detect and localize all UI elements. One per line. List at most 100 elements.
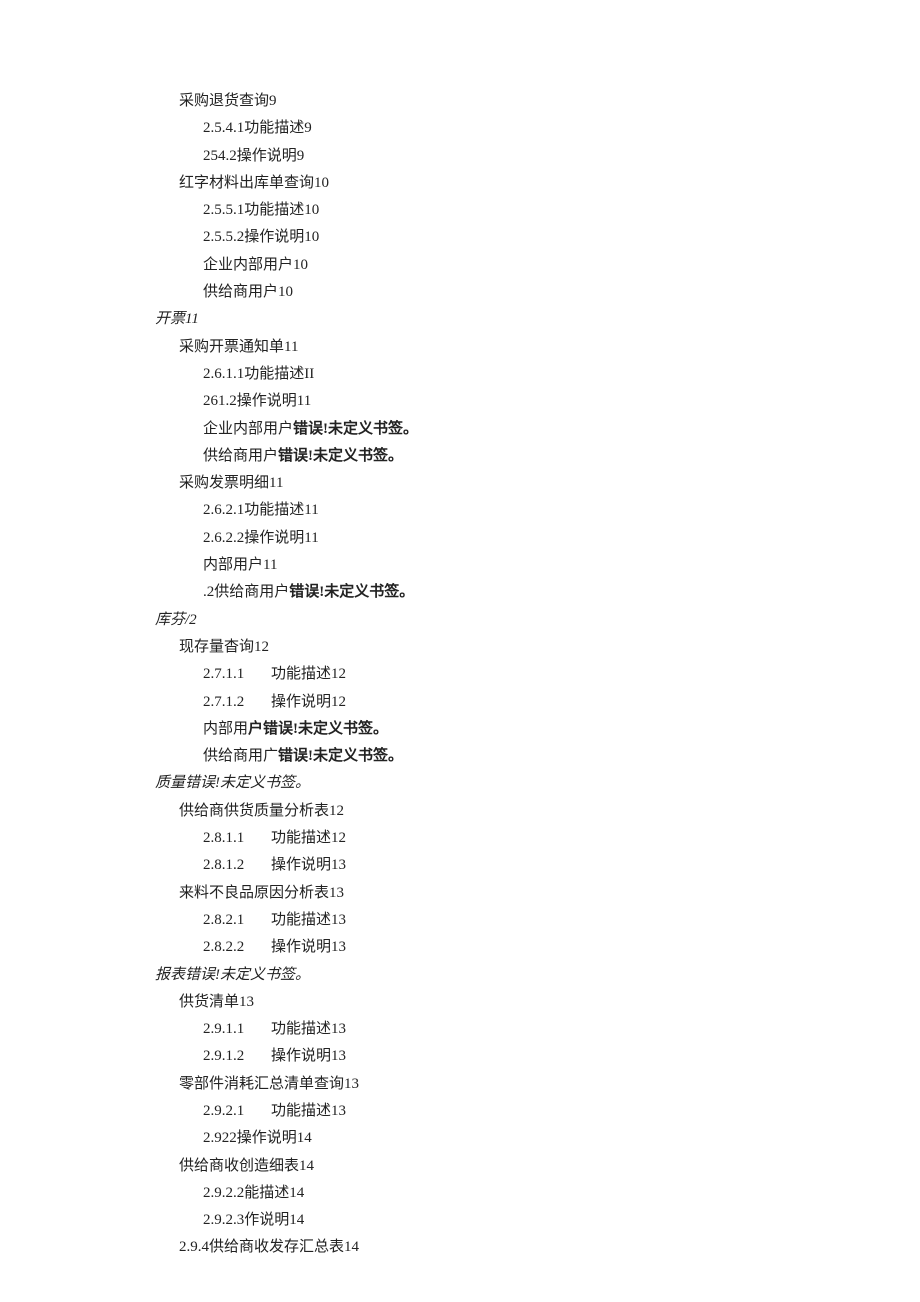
toc-title: 261.2操作说明11 — [203, 393, 311, 409]
toc-entry: 2.8.1.1功能描述12 — [155, 825, 920, 852]
toc-title: 操作说明13 — [271, 1048, 346, 1064]
toc-title: 企业内部用户10 — [203, 257, 308, 273]
toc-entry: 2.9.2.1功能描述13 — [155, 1098, 920, 1125]
toc-entry: 261.2操作说明11 — [155, 388, 920, 415]
toc-number: 2.8.2.2 — [203, 934, 271, 961]
toc-entry: 2.8.2.2操作说明13 — [155, 934, 920, 961]
toc-entry: 来料不良品原因分析表13 — [155, 880, 920, 907]
toc-entry: 红字材料出库单查询10 — [155, 170, 920, 197]
toc-title: 2.5.4.1功能描述9 — [203, 120, 312, 136]
toc-entry: 2.8.2.1功能描述13 — [155, 907, 920, 934]
toc-title: 2.5.5.1功能描述10 — [203, 202, 319, 218]
toc-entry: 企业内部用户10 — [155, 252, 920, 279]
toc-entry: 供给商收创造细表14 — [155, 1153, 920, 1180]
toc-title: 功能描述13 — [271, 1021, 346, 1037]
toc-entry: 2.5.4.1功能描述9 — [155, 115, 920, 142]
toc-entry: 254.2操作说明9 — [155, 143, 920, 170]
toc-title: 来料不良品原因分析表13 — [179, 885, 344, 901]
toc-title: 2.5.5.2操作说明10 — [203, 229, 319, 245]
toc-title: 采购发票明细11 — [179, 475, 283, 491]
toc-title: 2.6.2.2操作说明11 — [203, 530, 319, 546]
toc-title: 供给商供货质量分析表12 — [179, 803, 344, 819]
toc-title: 零部件消耗汇总清单查询13 — [179, 1076, 359, 1092]
toc-title: 库芬/2 — [155, 612, 197, 628]
toc-entry: 2.6.2.2操作说明11 — [155, 525, 920, 552]
toc-number: 2.9.1.1 — [203, 1016, 271, 1043]
toc-number: 2.9.2.3 — [203, 1212, 244, 1228]
toc-title: 内部用 — [203, 721, 248, 737]
toc-entry: 2.922操作说明14 — [155, 1125, 920, 1152]
toc-entry: 供给商供货质量分析表12 — [155, 798, 920, 825]
toc-title: 能描述14 — [244, 1185, 304, 1201]
toc-number: 2.7.1.1 — [203, 661, 271, 688]
toc-number: 2.9.2.1 — [203, 1098, 271, 1125]
toc-title: 供货清单13 — [179, 994, 254, 1010]
toc-entry: 2.5.5.2操作说明10 — [155, 224, 920, 251]
toc-number: 2.7.1.2 — [203, 689, 271, 716]
toc-title: 采购退货查询9 — [179, 93, 277, 109]
toc-title: 2.922操作说明14 — [203, 1130, 312, 1146]
toc-entry: 开票11 — [155, 306, 920, 333]
toc-entry: 质量错误!未定义书签。 — [155, 770, 920, 797]
toc-entry: 2.5.5.1功能描述10 — [155, 197, 920, 224]
toc-number: 2.8.1.1 — [203, 825, 271, 852]
toc-entry: 零部件消耗汇总清单查询13 — [155, 1071, 920, 1098]
toc-title: 采购开票通知单11 — [179, 339, 298, 355]
toc-entry: 企业内部用户错误!未定义书签。 — [155, 416, 920, 443]
toc-title: 254.2操作说明9 — [203, 148, 304, 164]
toc-title: .2供给商用户 — [203, 584, 289, 600]
toc-error-bookmark: 错误!未定义书签。 — [278, 448, 403, 464]
toc-entry: 2.9.2.2能描述14 — [155, 1180, 920, 1207]
toc-title: 功能描述12 — [271, 666, 346, 682]
toc-error-bookmark: 户错误!未定义书签。 — [248, 721, 388, 737]
toc-title: 内部用户11 — [203, 557, 277, 573]
toc-title: 2.6.1.1功能描述II — [203, 366, 314, 382]
toc-title: 2.9.4供给商收发存汇总表14 — [179, 1239, 359, 1255]
toc-entry: 2.8.1.2操作说明13 — [155, 852, 920, 879]
toc-number: 2.8.2.1 — [203, 907, 271, 934]
toc-entry: 2.6.1.1功能描述II — [155, 361, 920, 388]
toc-title: 2.6.2.1功能描述11 — [203, 502, 319, 518]
toc-entry: .2供给商用户错误!未定义书签。 — [155, 579, 920, 606]
toc-entry: 采购退货查询9 — [155, 88, 920, 115]
toc-entry: 2.9.1.1功能描述13 — [155, 1016, 920, 1043]
toc-entry: 供货清单13 — [155, 989, 920, 1016]
toc-error-bookmark: 错误!未定义书签。 — [293, 421, 418, 437]
toc-entry: 内部用户11 — [155, 552, 920, 579]
toc-title: 供给商收创造细表14 — [179, 1158, 314, 1174]
toc-title: 红字材料出库单查询10 — [179, 175, 329, 191]
toc-page: 采购退货查询9 2.5.4.1功能描述9 254.2操作说明9 红字材料出库单查询10… — [0, 0, 920, 1302]
toc-title: 功能描述13 — [271, 1103, 346, 1119]
toc-entry: 2.9.2.3作说明14 — [155, 1207, 920, 1234]
toc-title: 功能描述12 — [271, 830, 346, 846]
toc-title: 开票11 — [155, 311, 199, 327]
toc-title: 操作说明12 — [271, 694, 346, 710]
toc-title: 现存量杳询12 — [179, 639, 269, 655]
toc-title: 作说明14 — [244, 1212, 304, 1228]
toc-title: 供给商用户 — [203, 448, 278, 464]
toc-entry: 2.6.2.1功能描述11 — [155, 497, 920, 524]
toc-error-bookmark: 错误!未定义书签。 — [289, 584, 414, 600]
toc-title: 操作说明13 — [271, 939, 346, 955]
toc-entry: 供给商用户错误!未定义书签。 — [155, 443, 920, 470]
toc-entry: 采购开票通知单11 — [155, 334, 920, 361]
toc-entry: 供给商用户10 — [155, 279, 920, 306]
toc-title: 质量错误!未定义书签。 — [155, 775, 310, 791]
toc-entry: 2.9.1.2操作说明13 — [155, 1043, 920, 1070]
toc-entry: 供给商用广错误!未定义书签。 — [155, 743, 920, 770]
toc-title: 供给商用户10 — [203, 284, 293, 300]
toc-error-bookmark: 错误!未定义书签。 — [278, 748, 403, 764]
toc-entry: 报表错误!未定义书签。 — [155, 962, 920, 989]
toc-number: 2.9.2.2 — [203, 1185, 244, 1201]
toc-entry: 采购发票明细11 — [155, 470, 920, 497]
toc-number: 2.8.1.2 — [203, 852, 271, 879]
toc-entry: 现存量杳询12 — [155, 634, 920, 661]
toc-entry: 2.7.1.2操作说明12 — [155, 689, 920, 716]
toc-title: 操作说明13 — [271, 857, 346, 873]
toc-entry: 库芬/2 — [155, 607, 920, 634]
toc-title: 企业内部用户 — [203, 421, 293, 437]
toc-title: 供给商用广 — [203, 748, 278, 764]
toc-entry: 内部用户错误!未定义书签。 — [155, 716, 920, 743]
toc-entry: 2.9.4供给商收发存汇总表14 — [155, 1234, 920, 1261]
toc-title: 报表错误!未定义书签。 — [155, 967, 310, 983]
